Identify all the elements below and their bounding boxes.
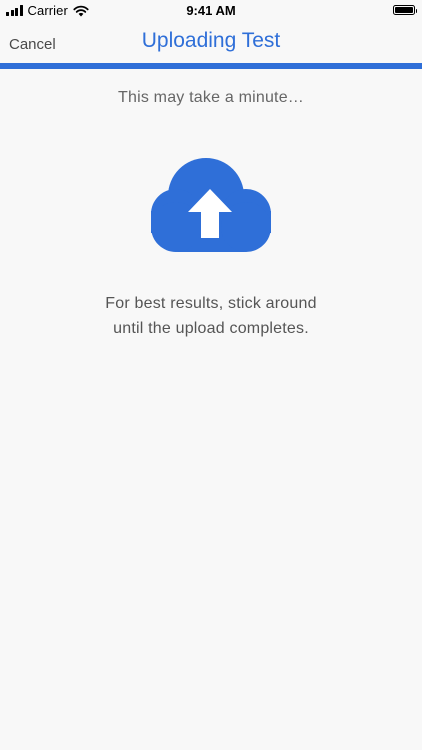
battery-level	[395, 7, 413, 13]
upload-message: For best results, stick around until the…	[0, 291, 422, 341]
battery-icon	[393, 5, 417, 15]
status-time: 9:41 AM	[186, 3, 236, 18]
cloud-upload-icon	[151, 158, 271, 252]
status-bar: Carrier 9:41 AM	[0, 0, 422, 22]
cancel-button[interactable]: Cancel	[9, 36, 56, 53]
upload-subtitle: This may take a minute…	[118, 89, 304, 106]
navigation-bar: Cancel Uploading Test	[0, 22, 422, 62]
upload-message-line-1: For best results, stick around	[105, 295, 317, 312]
upload-progress-fill	[0, 63, 422, 69]
upload-message-line-2: until the upload completes.	[113, 320, 309, 337]
upload-progress-bar	[0, 63, 422, 69]
page-title: Uploading Test	[141, 29, 281, 52]
